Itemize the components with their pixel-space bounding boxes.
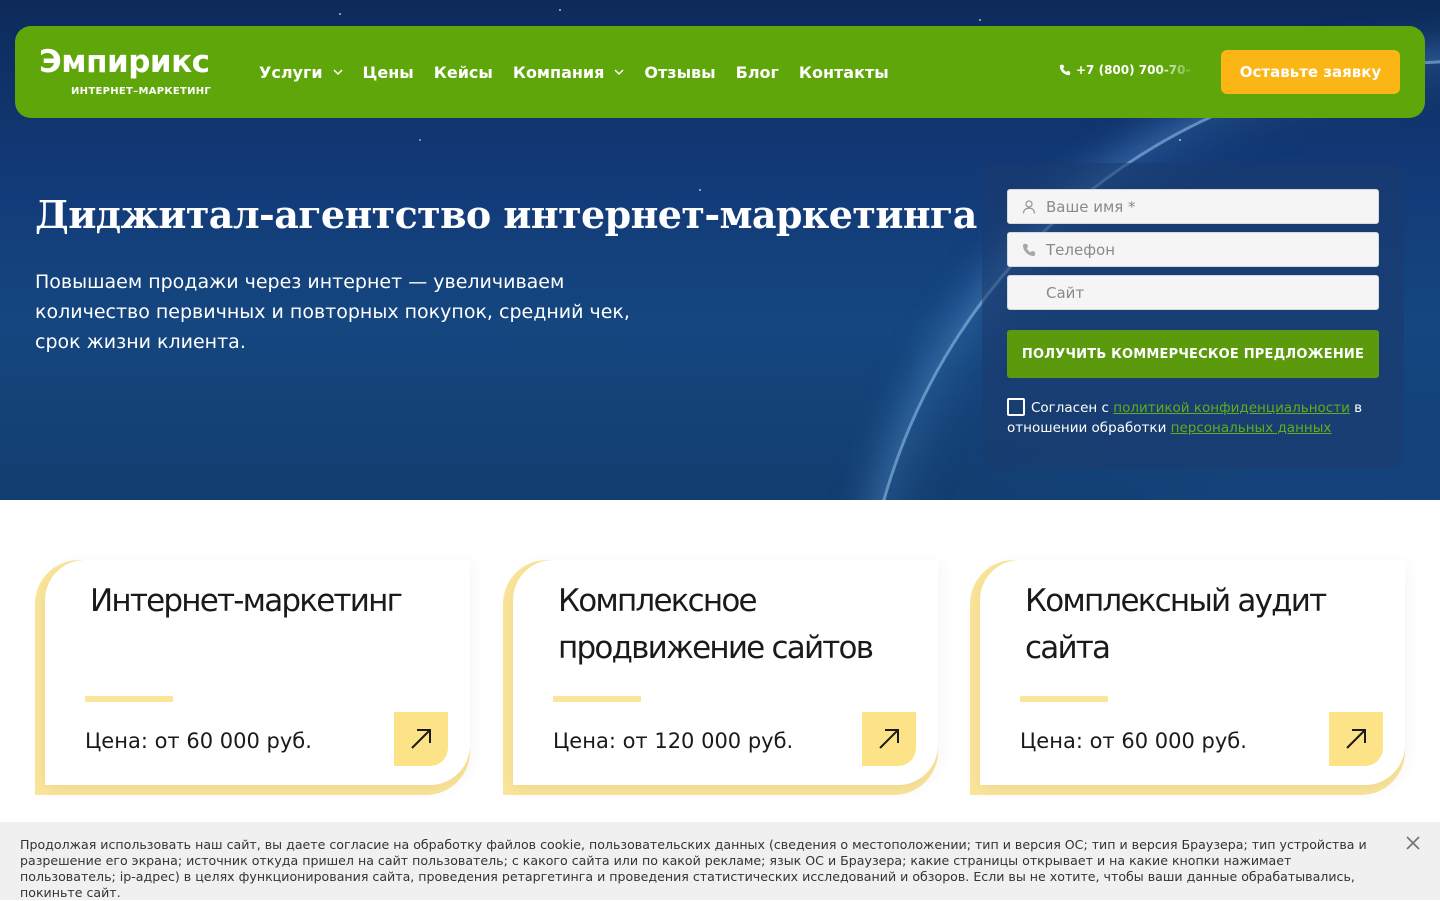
card-price: Цена: от 120 000 руб. [553, 729, 794, 753]
nav-item-label: Контакты [798, 62, 889, 82]
nav-item-prices[interactable]: Цены [363, 63, 414, 82]
chevron-down-icon [614, 69, 624, 76]
card-arrow-button[interactable] [862, 712, 916, 766]
logo[interactable]: Эмпирикс ИНТЕРНЕТ–МАРКЕТИНГ [39, 44, 229, 100]
arrow-up-right-icon [411, 729, 431, 749]
card-body: Интернет-маркетинг Цена: от 60 000 руб. [45, 560, 470, 785]
nav-item-label: Цены [362, 62, 414, 82]
site-header: Эмпирикс ИНТЕРНЕТ–МАРКЕТИНГ Услуги Цены … [15, 26, 1425, 118]
nav-item-label: Блог [735, 62, 779, 82]
hero-title: Диджитал-агентство интернет-маркетинга [35, 192, 977, 237]
phone-link[interactable]: +7 (800) 700-70-5 [1059, 63, 1191, 77]
arrow-up-right-icon [879, 729, 899, 749]
nav-item-company[interactable]: Компания [513, 63, 625, 82]
site-input[interactable] [1044, 276, 1374, 309]
card-arrow-button[interactable] [1329, 712, 1383, 766]
chevron-down-icon [333, 69, 343, 76]
card-price: Цена: от 60 000 руб. [1020, 729, 1247, 753]
card-body: Комплексный аудит сайта Цена: от 60 000 … [980, 560, 1405, 785]
card-title: Комплексный аудит сайта [1025, 583, 1327, 666]
service-card-site-promotion[interactable]: Комплексное продвижение сайтов Цена: от … [503, 560, 938, 795]
nav-item-blog[interactable]: Блог [736, 63, 779, 82]
logo-title: Эмпирикс [39, 44, 210, 80]
phone-icon [1022, 243, 1036, 257]
nav-item-cases[interactable]: Кейсы [434, 63, 493, 82]
nav-item-contacts[interactable]: Контакты [799, 63, 889, 82]
card-arrow-button[interactable] [394, 712, 448, 766]
nav-item-label: Отзывы [644, 62, 716, 82]
user-icon [1022, 200, 1036, 214]
consent-block: Согласен с политикой конфиденциальности … [1007, 398, 1387, 438]
card-divider [553, 696, 641, 702]
card-divider [1020, 696, 1108, 702]
logo-subtitle: ИНТЕРНЕТ–МАРКЕТИНГ [71, 86, 212, 97]
request-button[interactable]: Оставьте заявку [1221, 50, 1400, 94]
arrow-up-right-icon [1346, 729, 1366, 749]
card-price: Цена: от 60 000 руб. [85, 729, 312, 753]
phone-icon [1059, 64, 1071, 76]
close-icon[interactable] [1404, 834, 1422, 852]
cookie-banner: Продолжая использовать наш сайт, вы дает… [0, 822, 1440, 900]
phone-input[interactable] [1044, 233, 1374, 266]
service-card-internet-marketing[interactable]: Интернет-маркетинг Цена: от 60 000 руб. [35, 560, 470, 795]
nav-item-label: Компания [512, 62, 605, 82]
main-nav: Услуги Цены Кейсы Компания Отзывы Блог К… [259, 26, 909, 118]
card-divider [85, 696, 173, 702]
phone-field[interactable] [1007, 232, 1379, 267]
card-body: Комплексное продвижение сайтов Цена: от … [513, 560, 938, 785]
card-title: Комплексное продвижение сайтов [558, 583, 874, 666]
nav-item-services[interactable]: Услуги [259, 63, 343, 82]
consent-prefix: Согласен с [1031, 400, 1109, 416]
service-card-site-audit[interactable]: Комплексный аудит сайта Цена: от 60 000 … [970, 560, 1405, 795]
phone-number: +7 (800) 700-70-5 [1076, 63, 1191, 77]
cookie-text: Продолжая использовать наш сайт, вы дает… [20, 837, 1367, 900]
site-field[interactable] [1007, 275, 1379, 310]
name-field[interactable] [1007, 189, 1379, 224]
nav-item-reviews[interactable]: Отзывы [644, 63, 715, 82]
privacy-policy-link[interactable]: политикой конфиденциальности [1113, 400, 1350, 416]
get-offer-button[interactable]: ПОЛУЧИТЬ КОММЕРЧЕСКОЕ ПРЕДЛОЖЕНИЕ [1007, 330, 1379, 378]
consent-checkbox[interactable] [1007, 398, 1025, 416]
nav-item-label: Услуги [259, 62, 323, 82]
hero-description: Повышаем продажи через интернет — увелич… [35, 271, 630, 353]
name-input[interactable] [1044, 190, 1374, 223]
lead-form: ПОЛУЧИТЬ КОММЕРЧЕСКОЕ ПРЕДЛОЖЕНИЕ Соглас… [982, 163, 1404, 468]
nav-item-label: Кейсы [433, 62, 493, 82]
personal-data-link[interactable]: персональных данных [1171, 420, 1332, 436]
card-title: Интернет-маркетинг [90, 583, 403, 619]
